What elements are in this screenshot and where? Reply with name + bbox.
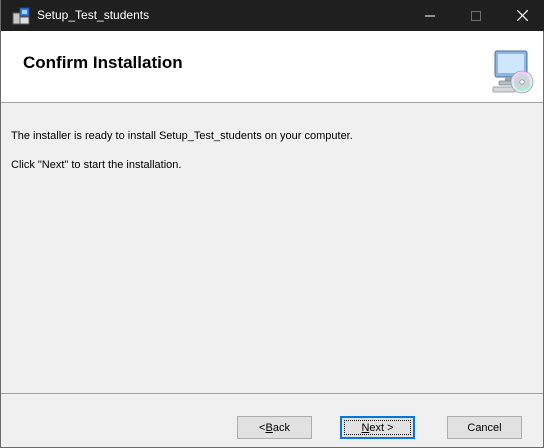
minimize-icon	[425, 15, 435, 16]
back-button-accel: B	[265, 421, 273, 434]
window-title: Setup_Test_students	[37, 8, 150, 22]
ready-message: The installer is ready to install Setup_…	[11, 130, 353, 142]
next-button-rest: ext >	[369, 421, 394, 434]
close-icon	[516, 10, 528, 21]
maximize-icon	[471, 10, 481, 21]
instruction-message: Click "Next" to start the installation.	[11, 159, 182, 171]
cancel-button[interactable]: Cancel	[447, 416, 522, 439]
header-banner: Confirm Installation	[1, 31, 543, 103]
close-button[interactable]	[499, 0, 544, 31]
back-button[interactable]: < Back	[237, 416, 312, 439]
title-bar[interactable]: Setup_Test_students	[1, 0, 544, 31]
maximize-button[interactable]	[453, 0, 499, 31]
computer-cd-icon	[492, 50, 534, 94]
installer-window: Setup_Test_students Confirm Installation…	[0, 0, 544, 448]
footer-divider	[1, 393, 543, 394]
next-button-accel: N	[361, 421, 370, 434]
content-area: The installer is ready to install Setup_…	[1, 103, 543, 393]
back-button-rest: ack	[272, 421, 290, 434]
page-title: Confirm Installation	[23, 53, 183, 72]
next-button[interactable]: Next >	[340, 416, 415, 439]
installer-app-icon	[12, 7, 30, 25]
minimize-button[interactable]	[407, 0, 453, 31]
